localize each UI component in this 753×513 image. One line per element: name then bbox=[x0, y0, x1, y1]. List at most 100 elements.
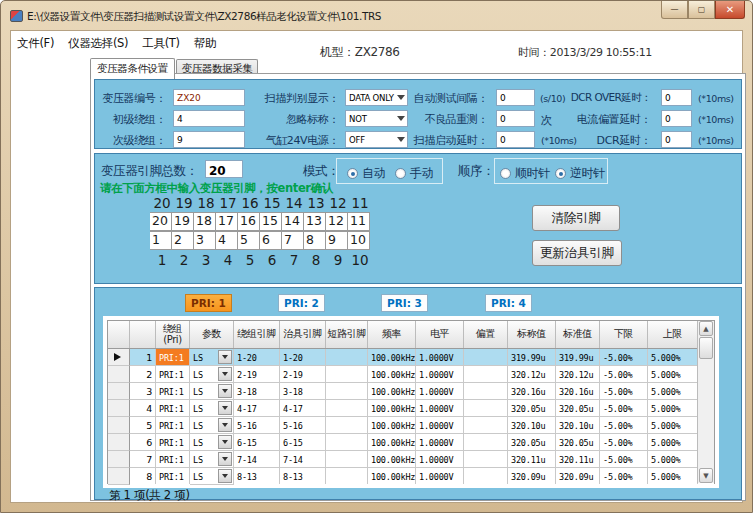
nominal-cell[interactable]: 320.10u bbox=[508, 417, 556, 434]
clear-pins-button[interactable]: 清除引脚 bbox=[532, 205, 620, 231]
retest-bad-input[interactable]: 0 bbox=[496, 110, 535, 127]
param-cell[interactable]: LS bbox=[190, 417, 234, 434]
row-selector-cell[interactable] bbox=[108, 400, 130, 417]
pin-cell-input[interactable]: 19 bbox=[172, 212, 194, 231]
auto-test-interval-input[interactable]: 0 bbox=[496, 89, 535, 106]
tab-condition-settings[interactable]: 变压器条件设置 bbox=[90, 58, 175, 79]
param-cell[interactable]: LS bbox=[190, 349, 234, 366]
menu-help[interactable]: 帮助 bbox=[188, 34, 224, 52]
pin-cell-input[interactable]: 20 bbox=[150, 212, 172, 231]
lower-limit-cell[interactable]: -5.00% bbox=[600, 434, 648, 451]
nominal-cell[interactable]: 320.09u bbox=[508, 468, 556, 485]
param-cell[interactable]: LS bbox=[190, 434, 234, 451]
frequency-cell[interactable]: 100.00kHz bbox=[368, 400, 416, 417]
short-pin-cell[interactable] bbox=[326, 383, 368, 400]
short-pin-cell[interactable] bbox=[326, 468, 368, 485]
pin-cell-input[interactable]: 16 bbox=[238, 212, 260, 231]
upper-limit-cell[interactable]: 5.000% bbox=[648, 417, 698, 434]
lower-limit-cell[interactable]: -5.00% bbox=[600, 366, 648, 383]
frequency-cell[interactable]: 100.00kHz bbox=[368, 434, 416, 451]
minimize-button[interactable]: — bbox=[661, 1, 688, 19]
lower-limit-cell[interactable]: -5.00% bbox=[600, 383, 648, 400]
row-selector-cell[interactable] bbox=[108, 434, 130, 451]
level-cell[interactable]: 1.0000V bbox=[416, 451, 464, 468]
primary-winding-input[interactable]: 4 bbox=[173, 110, 245, 127]
short-pin-cell[interactable] bbox=[326, 349, 368, 366]
pin-cell-input[interactable]: 8 bbox=[304, 231, 326, 250]
nominal-cell[interactable]: 320.16u bbox=[508, 383, 556, 400]
dropdown-button[interactable] bbox=[218, 452, 232, 466]
scroll-thumb[interactable] bbox=[699, 337, 713, 359]
table-row[interactable]: 2 PRI:1 LS 2-19 2-19 100.00kHz 1.0000V 3… bbox=[108, 366, 714, 383]
winding-pin-cell[interactable]: 2-19 bbox=[234, 366, 280, 383]
mode-manual-radio[interactable]: 手动 bbox=[395, 165, 433, 182]
winding-pin-cell[interactable]: 1-20 bbox=[234, 349, 280, 366]
jig-pin-cell[interactable]: 7-14 bbox=[280, 451, 326, 468]
pin-cell-input[interactable]: 11 bbox=[348, 212, 370, 231]
update-jig-pins-button[interactable]: 更新治具引脚 bbox=[532, 240, 622, 266]
jig-pin-cell[interactable]: 6-15 bbox=[280, 434, 326, 451]
table-vscrollbar[interactable]: ▲ ▼ bbox=[697, 321, 714, 483]
standard-cell[interactable]: 320.12u bbox=[556, 366, 600, 383]
level-cell[interactable]: 1.0000V bbox=[416, 434, 464, 451]
standard-cell[interactable]: 320.05u bbox=[556, 400, 600, 417]
pin-cell-input[interactable]: 1 bbox=[150, 231, 172, 250]
scroll-up-icon[interactable]: ▲ bbox=[699, 321, 713, 336]
bias-cell[interactable] bbox=[464, 400, 508, 417]
pin-cell-input[interactable]: 2 bbox=[172, 231, 194, 250]
upper-limit-cell[interactable]: 5.000% bbox=[648, 366, 698, 383]
scroll-down-icon[interactable]: ▼ bbox=[699, 468, 713, 483]
lower-limit-cell[interactable]: -5.00% bbox=[600, 468, 648, 485]
upper-limit-cell[interactable]: 5.000% bbox=[648, 400, 698, 417]
level-cell[interactable]: 1.0000V bbox=[416, 366, 464, 383]
row-selector-cell[interactable] bbox=[108, 349, 130, 366]
param-cell[interactable]: LS bbox=[190, 383, 234, 400]
bias-cell[interactable] bbox=[464, 417, 508, 434]
pri-tab-3[interactable]: PRI: 3 bbox=[381, 294, 428, 312]
pri-tab-4[interactable]: PRI: 4 bbox=[485, 294, 532, 312]
pri-tab-2[interactable]: PRI: 2 bbox=[278, 294, 325, 312]
dropdown-button[interactable] bbox=[218, 401, 232, 415]
standard-cell[interactable]: 320.09u bbox=[556, 468, 600, 485]
title-bar[interactable]: E:\仪器设置文件\变压器扫描测试设置文件\ZX2786样品老化设置文件\101… bbox=[1, 1, 752, 30]
row-selector-cell[interactable] bbox=[108, 451, 130, 468]
standard-cell[interactable]: 319.99u bbox=[556, 349, 600, 366]
pin-cell-input[interactable]: 4 bbox=[216, 231, 238, 250]
winding-pin-cell[interactable]: 4-17 bbox=[234, 400, 280, 417]
ignore-nominal-select[interactable]: NOT bbox=[345, 110, 408, 127]
cylinder-24v-select[interactable]: OFF bbox=[345, 131, 408, 148]
short-pin-cell[interactable] bbox=[326, 400, 368, 417]
winding-pin-cell[interactable]: 8-13 bbox=[234, 468, 280, 485]
table-row[interactable]: 3 PRI:1 LS 3-18 3-18 100.00kHz 1.0000V 3… bbox=[108, 383, 714, 400]
scan-start-delay-input[interactable]: 0 bbox=[496, 131, 535, 148]
dropdown-button[interactable] bbox=[218, 350, 232, 364]
current-bias-delay-input[interactable]: 0 bbox=[661, 110, 692, 127]
dcr-delay-input[interactable]: 0 bbox=[661, 131, 692, 148]
pin-cell-input[interactable]: 18 bbox=[194, 212, 216, 231]
winding-pin-cell[interactable]: 7-14 bbox=[234, 451, 280, 468]
frequency-cell[interactable]: 100.00kHz bbox=[368, 349, 416, 366]
bias-cell[interactable] bbox=[464, 383, 508, 400]
level-cell[interactable]: 1.0000V bbox=[416, 417, 464, 434]
short-pin-cell[interactable] bbox=[326, 451, 368, 468]
pin-cell-input[interactable]: 5 bbox=[238, 231, 260, 250]
level-cell[interactable]: 1.0000V bbox=[416, 383, 464, 400]
level-cell[interactable]: 1.0000V bbox=[416, 468, 464, 485]
dropdown-button[interactable] bbox=[218, 435, 232, 449]
dropdown-button[interactable] bbox=[218, 418, 232, 432]
menu-instrument-select[interactable]: 仪器选择(S) bbox=[62, 34, 136, 52]
frequency-cell[interactable]: 100.00kHz bbox=[368, 451, 416, 468]
lower-limit-cell[interactable]: -5.00% bbox=[600, 400, 648, 417]
pin-cell-input[interactable]: 10 bbox=[348, 231, 370, 250]
upper-limit-cell[interactable]: 5.000% bbox=[648, 434, 698, 451]
nominal-cell[interactable]: 319.99u bbox=[508, 349, 556, 366]
standard-cell[interactable]: 320.11u bbox=[556, 451, 600, 468]
winding-pin-cell[interactable]: 5-16 bbox=[234, 417, 280, 434]
bias-cell[interactable] bbox=[464, 349, 508, 366]
jig-pin-cell[interactable]: 8-13 bbox=[280, 468, 326, 485]
lower-limit-cell[interactable]: -5.00% bbox=[600, 349, 648, 366]
level-cell[interactable]: 1.0000V bbox=[416, 349, 464, 366]
mode-auto-radio[interactable]: 自动 bbox=[347, 165, 385, 182]
param-cell[interactable]: LS bbox=[190, 366, 234, 383]
row-selector-cell[interactable] bbox=[108, 366, 130, 383]
